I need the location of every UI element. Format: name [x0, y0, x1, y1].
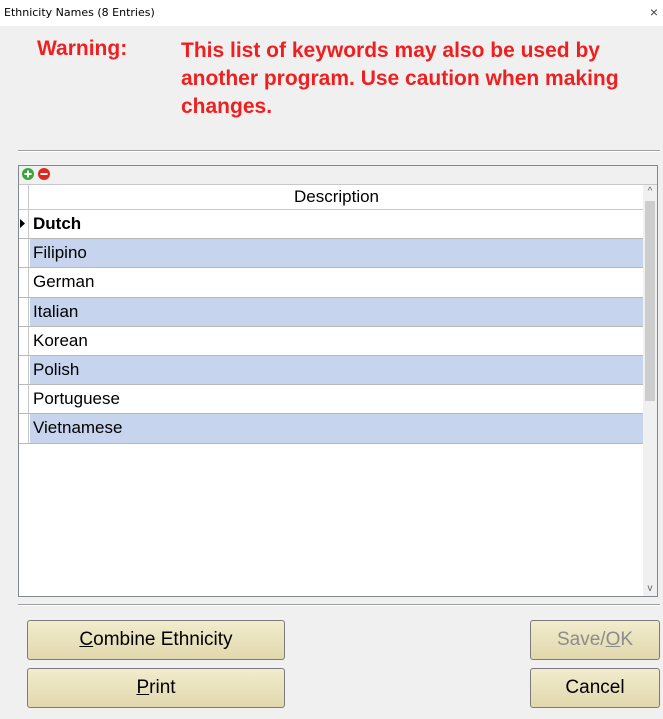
description-cell[interactable]: Italian [30, 297, 643, 326]
save-ok-label-end: K [620, 629, 634, 650]
print-button[interactable]: Print [27, 668, 285, 708]
ethnicity-grid[interactable]: Description Dutch Filipino German Italia… [18, 165, 658, 597]
print-label: rint [149, 677, 176, 698]
save-ok-mnemonic: O [605, 629, 621, 650]
table-row[interactable]: German [19, 268, 643, 298]
row-selector[interactable] [19, 268, 29, 297]
title-bar: Ethnicity Names (8 Entries) × [0, 0, 663, 26]
save-ok-label-start: Save/ [556, 629, 606, 650]
table-row[interactable]: Filipino [19, 239, 643, 269]
description-cell[interactable]: Filipino [30, 239, 643, 268]
top-divider [18, 150, 660, 152]
row-selector[interactable] [19, 239, 29, 268]
scroll-up-arrow-icon[interactable]: ^ [643, 185, 657, 199]
grid-toolbar [19, 166, 657, 185]
description-cell[interactable]: Dutch [30, 210, 643, 238]
column-header: Description [19, 185, 643, 210]
row-selector[interactable] [19, 326, 29, 355]
print-mnemonic: P [136, 677, 150, 698]
description-cell[interactable]: Portuguese [30, 385, 643, 413]
description-cell[interactable]: German [30, 268, 643, 296]
warning-label: Warning: [37, 37, 128, 60]
description-cell[interactable]: Vietnamese [30, 414, 643, 443]
scroll-down-arrow-icon[interactable]: v [643, 582, 657, 596]
add-icon[interactable] [22, 168, 34, 180]
description-cell[interactable]: Polish [30, 355, 643, 385]
grid-rows: Dutch Filipino German Italian Korean Pol… [19, 210, 643, 444]
combine-mnemonic: C [79, 629, 94, 650]
combine-label: ombine Ethnicity [93, 629, 233, 650]
table-row[interactable]: Korean [19, 326, 643, 356]
table-row[interactable]: Polish [19, 355, 643, 386]
scroll-thumb[interactable] [645, 201, 655, 401]
remove-icon[interactable] [38, 168, 50, 180]
table-row[interactable]: Dutch [19, 210, 643, 240]
row-selector[interactable] [19, 210, 29, 239]
row-header-corner [19, 185, 29, 209]
current-row-arrow-icon [20, 219, 25, 228]
cancel-button[interactable]: Cancel [530, 668, 660, 708]
description-header[interactable]: Description [30, 185, 643, 209]
bottom-divider [18, 604, 660, 606]
description-cell[interactable]: Korean [30, 327, 643, 355]
warning-message: This list of keywords may also be used b… [181, 39, 619, 118]
vertical-scrollbar[interactable]: ^ v [643, 185, 657, 596]
row-selector[interactable] [19, 355, 29, 385]
row-selector[interactable] [19, 385, 29, 414]
table-row[interactable]: Italian [19, 297, 643, 327]
row-selector[interactable] [19, 297, 29, 326]
table-row[interactable]: Vietnamese [19, 414, 643, 444]
close-button[interactable]: × [647, 4, 661, 20]
table-row[interactable]: Portuguese [19, 385, 643, 415]
row-selector[interactable] [19, 414, 29, 443]
save-ok-button[interactable]: Save/OK [530, 620, 660, 660]
window-title: Ethnicity Names (8 Entries) [4, 6, 155, 19]
combine-ethnicity-button[interactable]: Combine Ethnicity [27, 620, 285, 660]
